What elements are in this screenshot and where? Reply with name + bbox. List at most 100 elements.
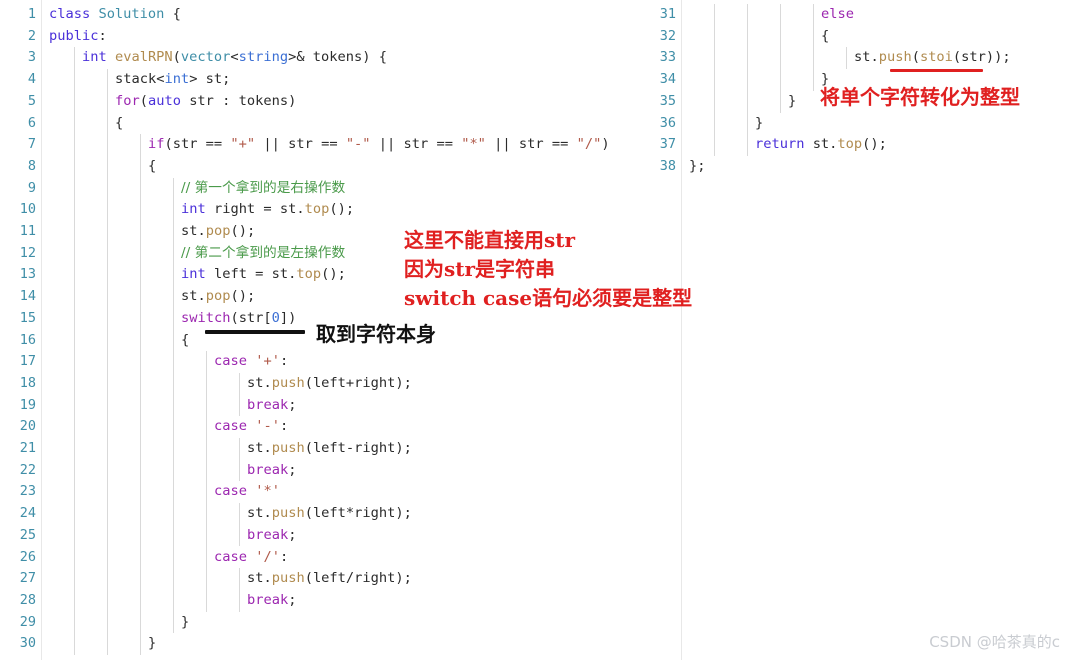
code-line[interactable]: } bbox=[148, 633, 156, 655]
code-line[interactable]: case '-': bbox=[214, 416, 288, 438]
code-token: st. bbox=[854, 49, 879, 66]
code-token: } bbox=[148, 635, 157, 652]
code-token: int bbox=[164, 71, 190, 88]
code-line[interactable]: int right = st.top(); bbox=[181, 199, 354, 221]
code-token: : bbox=[279, 548, 289, 565]
code-line[interactable]: st.push(left-right); bbox=[247, 438, 412, 460]
code-token: }; bbox=[689, 157, 706, 174]
code-token: } bbox=[788, 92, 797, 109]
code-line[interactable]: switch(str[0]) bbox=[181, 308, 296, 330]
code-token: (left-right); bbox=[304, 440, 412, 456]
code-line[interactable]: } bbox=[755, 113, 763, 135]
code-line[interactable]: // 第二个拿到的是左操作数 bbox=[181, 243, 345, 265]
code-line[interactable]: if(str == "+" || str == "-" || str == "*… bbox=[148, 134, 610, 156]
annotation-line: 这里不能直接用str bbox=[404, 228, 576, 252]
code-token: ( bbox=[172, 49, 181, 66]
code-token: else bbox=[821, 6, 854, 22]
code-line[interactable]: class Solution { bbox=[49, 4, 181, 26]
code-line[interactable]: case '/': bbox=[214, 547, 288, 569]
code-line[interactable]: case '+': bbox=[214, 351, 288, 373]
code-token: '+' bbox=[255, 353, 280, 370]
code-token: || str == bbox=[485, 136, 577, 153]
indent-guide bbox=[140, 134, 141, 655]
code-token: case bbox=[214, 483, 247, 500]
code-token: st. bbox=[181, 288, 206, 305]
code-line[interactable]: }; bbox=[689, 156, 705, 178]
code-token: break bbox=[247, 396, 289, 413]
code-token: string bbox=[238, 49, 289, 66]
code-line[interactable]: { bbox=[115, 113, 123, 135]
code-token: < bbox=[230, 49, 239, 66]
code-line[interactable]: return st.top(); bbox=[755, 134, 887, 156]
code-line[interactable]: st.pop(); bbox=[181, 221, 255, 243]
code-token: push bbox=[271, 505, 305, 522]
code-token: (str)); bbox=[952, 49, 1011, 66]
code-line[interactable]: break; bbox=[247, 590, 296, 612]
code-line[interactable]: public: bbox=[49, 26, 107, 48]
code-line[interactable]: st.push(stoi(str)); bbox=[854, 47, 1011, 69]
code-token: "/" bbox=[576, 136, 602, 153]
annotation-line: 将单个字符转化为整型 bbox=[820, 85, 1020, 109]
code-token: || str == bbox=[370, 136, 462, 153]
code-line[interactable]: { bbox=[148, 156, 156, 178]
code-token: top bbox=[304, 201, 330, 218]
code-token: ; bbox=[288, 591, 297, 608]
code-token: int bbox=[181, 266, 206, 283]
code-token: ; bbox=[288, 526, 297, 543]
indent-guide bbox=[846, 47, 847, 70]
code-token: "*" bbox=[461, 136, 486, 153]
code-line[interactable]: int left = st.top(); bbox=[181, 264, 346, 286]
code-token: int bbox=[82, 49, 107, 66]
code-token: ]) bbox=[279, 309, 297, 326]
code-token: ; bbox=[288, 396, 297, 413]
code-token: (); bbox=[321, 266, 346, 283]
code-line[interactable]: stack<int> st; bbox=[115, 69, 230, 91]
code-line[interactable]: st.push(left*right); bbox=[247, 503, 412, 525]
code-line[interactable]: // 第一个拿到的是右操作数 bbox=[181, 178, 345, 200]
code-line[interactable]: st.push(left+right); bbox=[247, 373, 412, 395]
code-line[interactable]: break; bbox=[247, 525, 296, 547]
code-token: (); bbox=[230, 288, 256, 305]
code-token: public bbox=[49, 27, 99, 44]
code-token: st. bbox=[247, 505, 272, 522]
gutter-separator bbox=[41, 0, 42, 660]
indent-guide bbox=[239, 438, 240, 482]
code-line[interactable]: case '*' bbox=[214, 481, 280, 503]
indent-guide bbox=[714, 4, 715, 156]
code-line[interactable]: st.pop(); bbox=[181, 286, 255, 308]
code-line[interactable]: for(auto str : tokens) bbox=[115, 91, 296, 113]
code-token: if bbox=[148, 136, 165, 153]
code-token: { bbox=[821, 27, 830, 44]
code-token: class bbox=[49, 6, 91, 22]
code-line[interactable]: int evalRPN(vector<string>& tokens) { bbox=[82, 47, 387, 69]
code-token: '*' bbox=[255, 483, 280, 500]
code-line[interactable]: break; bbox=[247, 460, 296, 482]
indent-guide bbox=[239, 372, 240, 417]
code-token: pop bbox=[205, 223, 231, 239]
code-token: push bbox=[878, 49, 912, 66]
annotation-get-char-itself: 取到字符本身 bbox=[316, 321, 436, 347]
code-line[interactable]: { bbox=[181, 330, 189, 352]
code-line[interactable]: { bbox=[821, 26, 829, 48]
code-token: { bbox=[164, 6, 181, 22]
underline-str-index bbox=[205, 330, 305, 334]
gutter-separator bbox=[681, 0, 682, 660]
code-token: : bbox=[98, 27, 107, 44]
indent-guide bbox=[74, 47, 75, 655]
code-token: "+" bbox=[230, 136, 256, 153]
code-line[interactable]: else bbox=[821, 4, 854, 26]
code-token: || str == bbox=[255, 136, 346, 153]
code-line[interactable]: } bbox=[181, 612, 189, 634]
code-token: ) bbox=[601, 136, 610, 153]
code-line[interactable]: break; bbox=[247, 395, 296, 417]
code-token: top bbox=[296, 266, 322, 283]
code-line[interactable]: } bbox=[788, 91, 796, 113]
code-token: 0 bbox=[271, 309, 280, 326]
code-token: st. bbox=[804, 136, 838, 153]
code-token: return bbox=[755, 136, 805, 153]
code-token: switch bbox=[181, 309, 231, 326]
code-line[interactable]: st.push(left/right); bbox=[247, 568, 412, 590]
